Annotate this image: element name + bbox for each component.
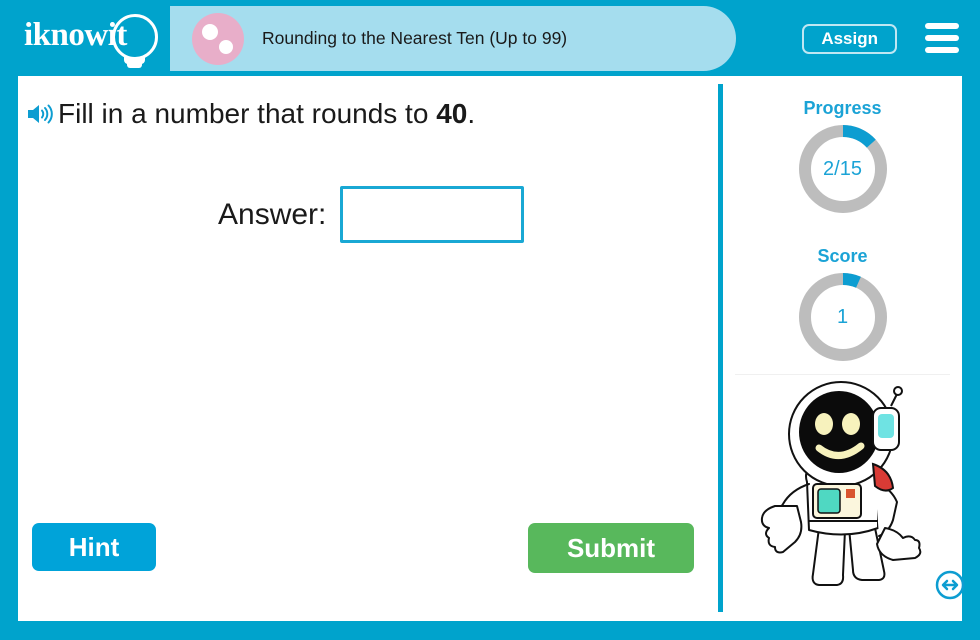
question-row: Fill in a number that rounds to 40. [26, 98, 475, 130]
speaker-audio-icon[interactable] [26, 102, 54, 126]
dot-small [219, 39, 233, 54]
question-target-number: 40 [436, 98, 468, 129]
hamburger-menu-icon[interactable] [925, 23, 959, 53]
question-text: Fill in a number that rounds to 40. [58, 98, 475, 130]
lightbulb-icon [112, 14, 158, 60]
answer-row: Answer: [218, 186, 525, 243]
progress-value: 2/15 [823, 157, 862, 180]
dot-large [202, 23, 218, 40]
content-panel: Fill in a number that rounds to 40. Answ… [18, 76, 965, 621]
answer-label: Answer: [218, 197, 327, 231]
app-header: iknowit Rounding to the Nearest Ten (Up … [0, 0, 980, 76]
score-meter: Score 1 [723, 246, 962, 365]
menu-bar-1 [925, 23, 959, 29]
answer-input[interactable] [340, 186, 525, 243]
menu-bar-2 [925, 35, 959, 41]
lesson-title-bar: Rounding to the Nearest Ten (Up to 99) [170, 6, 736, 71]
app-window: iknowit Rounding to the Nearest Ten (Up … [0, 0, 980, 640]
lightbulb-base-lower-icon [127, 63, 142, 68]
score-ring: 1 [795, 269, 891, 365]
assign-button[interactable]: Assign [802, 24, 897, 54]
astronaut-mascot [760, 381, 922, 586]
progress-title: Progress [803, 98, 882, 118]
sidebar-separator [735, 374, 950, 375]
sidebar: Progress 2/15 Score 1 [723, 76, 965, 621]
progress-meter: Progress 2/15 [723, 98, 962, 217]
pink-dots-circle-icon [192, 12, 244, 65]
iknowit-logo[interactable]: iknowit [24, 13, 169, 68]
submit-button[interactable]: Submit [528, 523, 694, 573]
progress-ring: 2/15 [795, 121, 891, 217]
menu-bar-3 [925, 47, 959, 53]
lesson-title: Rounding to the Nearest Ten (Up to 99) [262, 28, 568, 48]
horizontal-resize-arrows-icon[interactable] [935, 570, 965, 600]
question-prefix: Fill in a number that rounds to [58, 98, 437, 129]
score-title: Score [817, 246, 868, 266]
hint-button[interactable]: Hint [32, 523, 156, 571]
score-value: 1 [836, 305, 849, 328]
question-suffix: . [467, 98, 476, 129]
